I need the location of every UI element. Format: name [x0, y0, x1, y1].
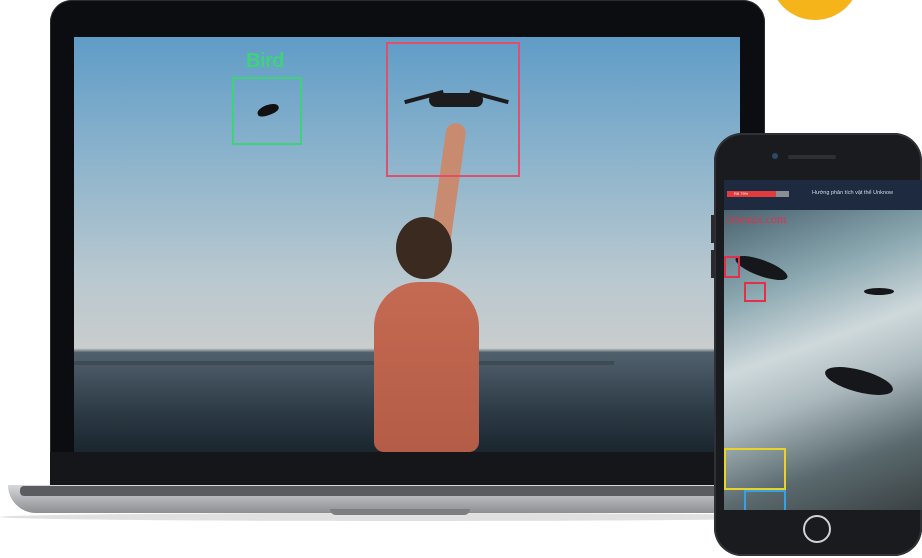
decorative-orange-circle	[770, 0, 860, 20]
analysis-progress-text: R8 79%	[734, 191, 749, 196]
drone-detection-box	[386, 42, 520, 177]
person-head	[396, 217, 452, 279]
phone-speaker	[788, 155, 836, 159]
detection-box-red	[724, 256, 740, 278]
detection-box-yellow	[724, 448, 786, 490]
person-body	[374, 282, 479, 452]
bird-detection-label: Bird	[246, 50, 285, 72]
bird	[822, 361, 896, 401]
phone-camera	[772, 153, 778, 159]
bird-detection-box	[232, 77, 302, 145]
trackpad-notch	[330, 509, 470, 515]
phone-home-button[interactable]	[803, 515, 831, 543]
detection-box-red	[744, 282, 766, 302]
laptop-screen: Bird	[74, 37, 740, 452]
keyboard-strip	[20, 486, 796, 496]
horizon-line	[74, 361, 614, 365]
bird	[864, 288, 894, 295]
phone-screen: R8 79% Hướng phân tích vật thể Unknow oi…	[724, 180, 922, 510]
phone-app-topbar: R8 79% Hướng phân tích vật thể Unknow	[724, 180, 922, 210]
bird	[732, 251, 791, 285]
phone-app-title: Hướng phân tích vật thể Unknow	[812, 190, 893, 196]
phone-volume-button	[711, 250, 715, 278]
phone-volume-button	[711, 215, 715, 243]
image-watermark: oiseaux.com	[726, 212, 787, 226]
phone-analysis-image	[724, 210, 922, 510]
laptop-bottom-bezel	[50, 452, 765, 488]
detection-box-blue	[744, 490, 786, 510]
